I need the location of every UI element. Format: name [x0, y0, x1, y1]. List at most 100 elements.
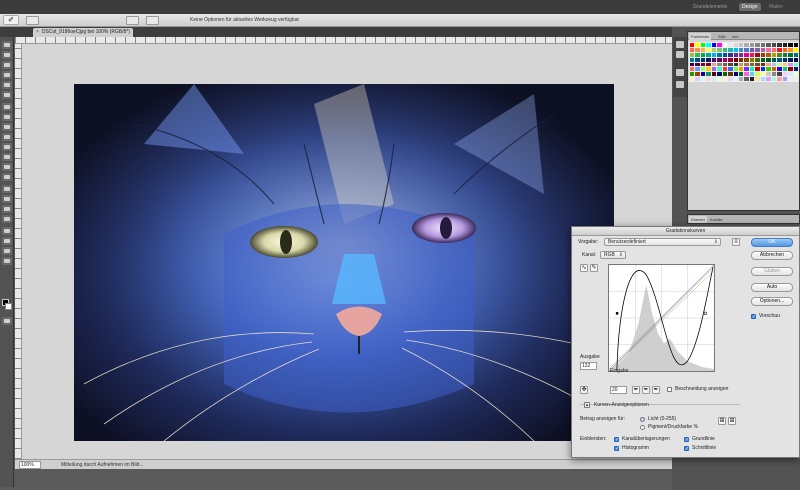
color-swatch[interactable] — [782, 57, 788, 62]
color-swatch[interactable] — [739, 62, 744, 67]
healing-brush-tool-icon[interactable] — [2, 103, 12, 111]
intersection-checkbox[interactable]: ✓ — [684, 446, 689, 452]
color-swatch[interactable] — [717, 43, 722, 47]
color-swatch[interactable] — [777, 72, 782, 77]
color-swatch[interactable] — [793, 52, 798, 57]
color-swatch[interactable] — [717, 77, 722, 81]
color-swatch[interactable] — [760, 62, 766, 67]
color-swatch[interactable] — [744, 62, 749, 67]
color-swatch[interactable] — [788, 43, 793, 47]
curve-edit-icon[interactable]: ∿ — [580, 264, 588, 272]
color-swatch[interactable] — [782, 43, 788, 47]
color-swatch[interactable] — [766, 67, 771, 72]
color-swatch[interactable] — [695, 47, 700, 52]
color-swatch[interactable] — [722, 62, 728, 67]
brush-tool-icon[interactable] — [2, 113, 12, 121]
color-swatch[interactable] — [722, 52, 728, 57]
pencil-icon[interactable]: ✎ — [590, 264, 598, 272]
color-swatch[interactable] — [771, 47, 777, 52]
background-color-swatch[interactable] — [5, 303, 12, 310]
eyedropper-tool-icon[interactable] — [2, 91, 12, 99]
color-swatch[interactable] — [706, 77, 711, 81]
color-swatch[interactable] — [782, 72, 788, 77]
color-swatch[interactable] — [788, 52, 793, 57]
color-swatch[interactable] — [700, 67, 706, 72]
tab-layers[interactable]: Ebenen — [689, 216, 707, 223]
color-swatch[interactable] — [782, 47, 788, 52]
zoom-tool-icon[interactable] — [2, 257, 12, 265]
grid-4x4-icon[interactable]: ⊞ — [718, 417, 726, 425]
color-swatch[interactable] — [722, 77, 728, 81]
disclosure-triangle-icon[interactable]: ▲ — [584, 402, 590, 408]
color-swatch[interactable] — [749, 43, 755, 47]
color-swatch[interactable] — [749, 77, 755, 81]
color-swatch[interactable] — [690, 43, 695, 47]
color-swatch[interactable] — [711, 43, 717, 47]
options-button[interactable]: Optionen... — [751, 297, 793, 306]
pigment-radio[interactable] — [640, 425, 645, 430]
color-swatch[interactable] — [760, 52, 766, 57]
color-swatch[interactable] — [766, 47, 771, 52]
tab-info[interactable]: Info — [730, 33, 741, 40]
color-swatch[interactable] — [793, 72, 798, 77]
color-swatch[interactable] — [771, 57, 777, 62]
color-swatch[interactable] — [733, 57, 739, 62]
color-swatch[interactable] — [755, 43, 760, 47]
color-swatch[interactable] — [755, 52, 760, 57]
history-brush-tool-icon[interactable] — [2, 133, 12, 141]
color-swatch[interactable] — [711, 62, 717, 67]
color-swatch[interactable] — [739, 52, 744, 57]
color-swatch[interactable] — [695, 57, 700, 62]
shape-tool-icon[interactable] — [2, 215, 12, 223]
color-swatch[interactable] — [749, 67, 755, 72]
color-swatch[interactable] — [744, 67, 749, 72]
workspace-essentials-button[interactable]: Grundelemente — [690, 3, 734, 11]
output-field[interactable]: 132 — [580, 362, 597, 370]
color-swatch[interactable] — [760, 57, 766, 62]
color-swatch[interactable] — [722, 72, 728, 77]
quick-mask-icon[interactable] — [2, 317, 12, 325]
document-tab[interactable]: × DSCol_9186oeCjpg bei 100% (RGB/8*) — [33, 28, 134, 37]
color-swatch[interactable] — [739, 57, 744, 62]
color-swatch[interactable] — [728, 72, 733, 77]
baseline-checkbox[interactable]: ✓ — [684, 437, 689, 443]
type-tool-icon[interactable] — [2, 195, 12, 203]
color-swatch[interactable] — [700, 72, 706, 77]
color-swatch[interactable] — [771, 77, 777, 81]
preset-select[interactable]: Benutzerdefiniert — [604, 238, 721, 246]
screen-mode-button[interactable] — [146, 16, 159, 25]
color-swatch[interactable] — [755, 62, 760, 67]
color-swatch[interactable] — [788, 62, 793, 67]
color-swatch[interactable] — [766, 62, 771, 67]
color-swatch[interactable] — [728, 62, 733, 67]
color-panel-icon[interactable] — [676, 69, 684, 76]
quick-select-tool-icon[interactable] — [2, 71, 12, 79]
color-swatch[interactable] — [711, 47, 717, 52]
color-swatch[interactable] — [755, 57, 760, 62]
color-swatch[interactable] — [777, 57, 782, 62]
color-swatch[interactable] — [788, 47, 793, 52]
color-swatch[interactable] — [782, 52, 788, 57]
3d-rotate-tool-icon[interactable] — [2, 227, 12, 235]
tab-channels[interactable]: Kanäle — [708, 216, 724, 223]
close-tab-icon[interactable]: × — [36, 28, 39, 37]
color-swatch[interactable] — [695, 67, 700, 72]
tab-styles[interactable]: Stile — [716, 33, 728, 40]
auto-button[interactable]: Auto — [751, 283, 793, 292]
adjustments-panel-icon[interactable] — [676, 81, 684, 88]
color-swatch[interactable] — [739, 43, 744, 47]
color-swatch[interactable] — [777, 67, 782, 72]
color-swatch[interactable] — [744, 43, 749, 47]
swatch-grid[interactable] — [689, 42, 799, 82]
color-swatch[interactable] — [728, 77, 733, 81]
color-swatch[interactable] — [717, 47, 722, 52]
color-swatch[interactable] — [777, 62, 782, 67]
color-swatch[interactable] — [749, 62, 755, 67]
color-swatch[interactable] — [717, 67, 722, 72]
clipping-checkbox[interactable] — [667, 387, 672, 392]
color-swatch[interactable] — [706, 52, 711, 57]
color-swatch[interactable] — [749, 57, 755, 62]
color-swatch[interactable] — [700, 57, 706, 62]
color-swatch[interactable] — [700, 62, 706, 67]
color-swatch[interactable] — [760, 43, 766, 47]
